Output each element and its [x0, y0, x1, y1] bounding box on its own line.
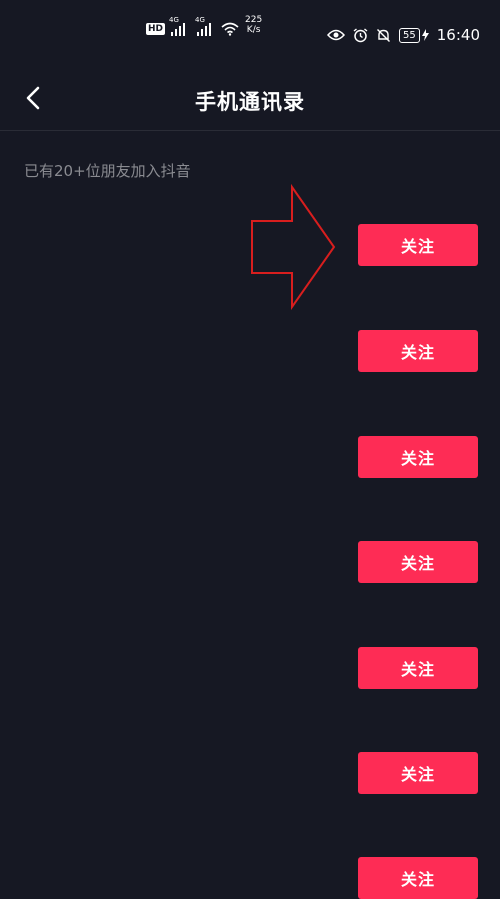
- battery-icon: 55: [399, 27, 420, 43]
- wifi-icon: [221, 22, 239, 36]
- follow-button-3[interactable]: 关注: [358, 436, 478, 478]
- follow-button-4[interactable]: 关注: [358, 541, 478, 583]
- follow-button-5[interactable]: 关注: [358, 647, 478, 689]
- charging-icon: [421, 29, 429, 41]
- hd-badge: HD: [146, 23, 166, 35]
- speed-value: 225: [245, 15, 263, 25]
- friend-count-text: 已有20+位朋友加入抖音: [24, 162, 191, 180]
- arrow-right-icon: [251, 184, 336, 311]
- mute-bell-icon: [377, 28, 391, 42]
- follow-button-7[interactable]: 关注: [358, 857, 478, 899]
- follow-button-6[interactable]: 关注: [358, 752, 478, 794]
- alarm-icon: [353, 27, 368, 42]
- status-left: HD 4G 4G 225 K/s: [146, 15, 262, 36]
- eye-icon: [327, 29, 346, 41]
- follow-button-2[interactable]: 关注: [358, 330, 478, 372]
- speed-unit: K/s: [246, 25, 261, 35]
- status-right: 55 16:40: [327, 26, 480, 44]
- network-label-2: 4G: [195, 15, 205, 24]
- network-speed: 225 K/s: [245, 15, 262, 35]
- page-title: 手机通讯录: [195, 90, 305, 114]
- clock: 16:40: [436, 26, 480, 44]
- nav-bar: 手机通讯录: [0, 70, 500, 131]
- status-bar: HD 4G 4G 225 K/s 55 16:40: [0, 0, 500, 70]
- signal-icon-2: 4G: [195, 16, 212, 36]
- signal-icon: 4G: [169, 16, 186, 36]
- follow-button-1[interactable]: 关注: [358, 224, 478, 266]
- network-label: 4G: [169, 15, 179, 24]
